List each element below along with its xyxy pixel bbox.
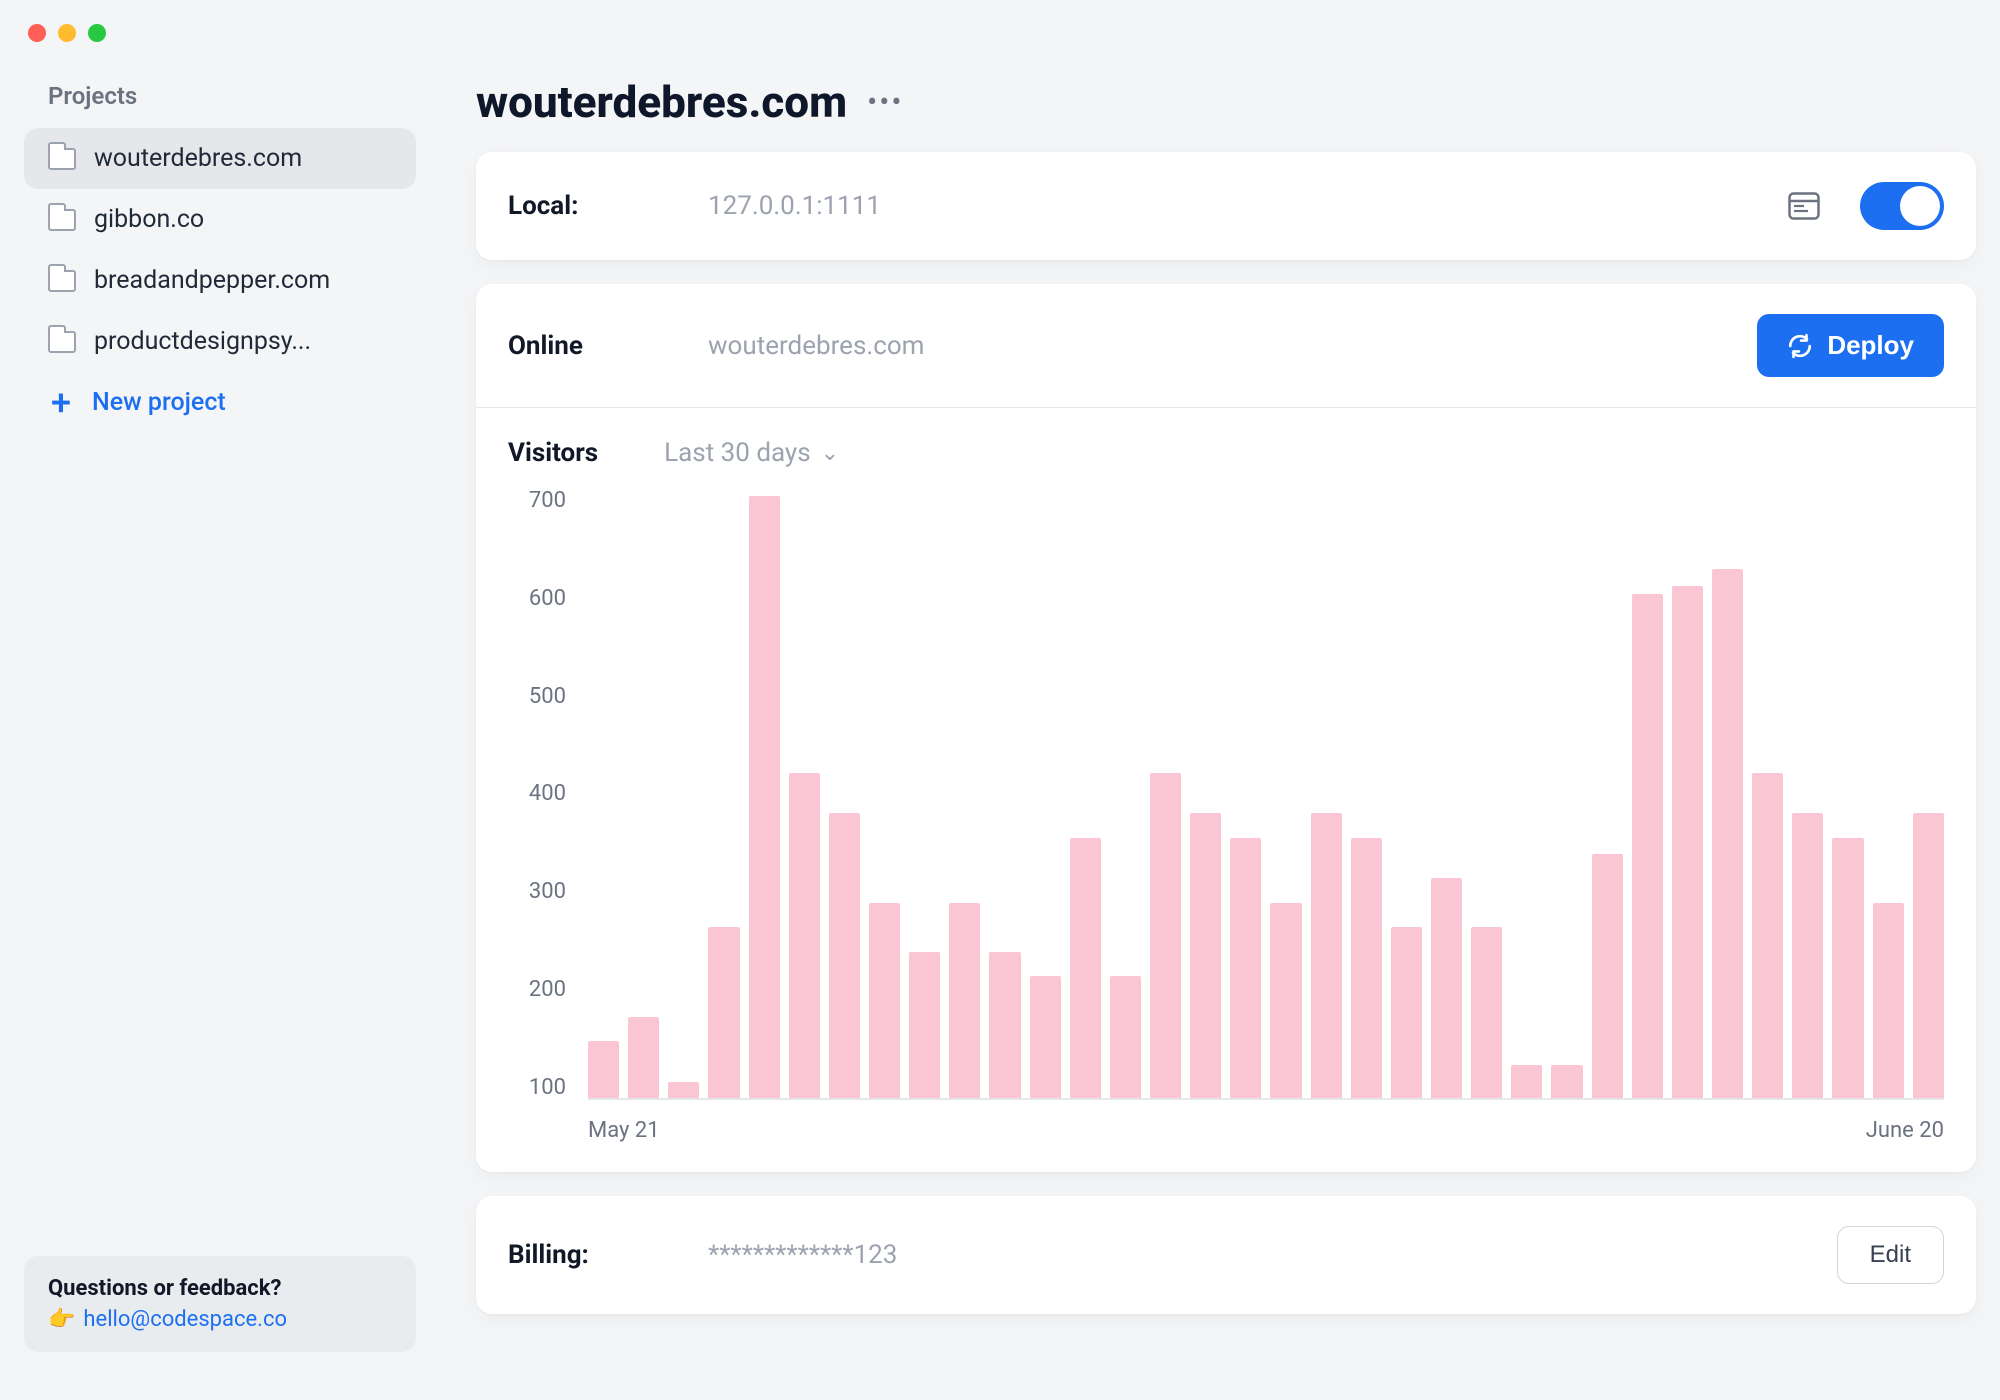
chart-bar bbox=[1632, 594, 1663, 1098]
chart-bar bbox=[1351, 838, 1382, 1098]
chart-bar bbox=[1431, 878, 1462, 1098]
chart-bar bbox=[588, 1041, 619, 1098]
billing-label: Billing: bbox=[508, 1240, 668, 1270]
y-axis-tick: 300 bbox=[508, 879, 566, 904]
billing-edit-button[interactable]: Edit bbox=[1837, 1226, 1944, 1284]
y-axis-tick: 700 bbox=[508, 488, 566, 513]
x-axis-start-label: May 21 bbox=[588, 1118, 660, 1148]
visitors-range-dropdown[interactable]: Last 30 days ⌄ bbox=[664, 438, 839, 468]
folder-icon bbox=[48, 148, 76, 170]
chart-bar bbox=[1230, 838, 1261, 1098]
page-title: wouterdebres.com bbox=[476, 76, 847, 128]
y-axis-tick: 600 bbox=[508, 586, 566, 611]
chart-bar bbox=[628, 1017, 659, 1098]
chart-bar bbox=[1511, 1065, 1542, 1098]
chart-bar bbox=[869, 903, 900, 1098]
chart-bar bbox=[1150, 773, 1181, 1098]
sidebar-item-project[interactable]: gibbon.co bbox=[24, 189, 416, 250]
feedback-title: Questions or feedback? bbox=[48, 1276, 392, 1301]
folder-icon bbox=[48, 270, 76, 292]
sidebar-item-label: productdesignpsy... bbox=[94, 327, 311, 356]
chart-bar bbox=[1471, 927, 1502, 1098]
sidebar-item-project[interactable]: productdesignpsy... bbox=[24, 311, 416, 372]
online-domain: wouterdebres.com bbox=[708, 331, 1717, 361]
pointing-hand-icon: 👉 bbox=[48, 1307, 75, 1332]
y-axis-tick: 100 bbox=[508, 1075, 566, 1100]
local-card: Local: 127.0.0.1:1111 bbox=[476, 152, 1976, 260]
billing-card: Billing: *************123 Edit bbox=[476, 1196, 1976, 1314]
more-actions-button[interactable]: ••• bbox=[867, 85, 903, 120]
y-axis-tick: 400 bbox=[508, 781, 566, 806]
feedback-box: Questions or feedback? 👉 hello@codespace… bbox=[24, 1256, 416, 1352]
chevron-down-icon: ⌄ bbox=[821, 441, 839, 466]
chart-bar bbox=[1110, 976, 1141, 1098]
chart-bar bbox=[989, 952, 1020, 1098]
deploy-button[interactable]: Deploy bbox=[1757, 314, 1944, 377]
chart-bar bbox=[1792, 813, 1823, 1098]
y-axis-tick: 500 bbox=[508, 684, 566, 709]
chart-bar bbox=[1592, 854, 1623, 1098]
sidebar: Projects wouterdebres.com gibbon.co breada… bbox=[0, 52, 440, 1376]
chart-bar bbox=[1190, 813, 1221, 1098]
feedback-email-text: hello@codespace.co bbox=[83, 1307, 287, 1332]
plus-icon: + bbox=[48, 390, 74, 416]
chart-bar bbox=[1311, 813, 1342, 1098]
chart-bar bbox=[668, 1082, 699, 1098]
terminal-icon[interactable] bbox=[1788, 192, 1820, 220]
feedback-email-link[interactable]: 👉 hello@codespace.co bbox=[48, 1307, 392, 1332]
chart-bar bbox=[1913, 813, 1944, 1098]
online-label: Online bbox=[508, 331, 668, 361]
chart-bar bbox=[708, 927, 739, 1098]
folder-icon bbox=[48, 209, 76, 231]
chart-bar bbox=[1752, 773, 1783, 1098]
local-toggle[interactable] bbox=[1860, 182, 1944, 230]
chart-bar bbox=[749, 496, 780, 1098]
new-project-label: New project bbox=[92, 388, 226, 417]
chart-bar bbox=[1030, 976, 1061, 1098]
chart-bar bbox=[1551, 1065, 1582, 1098]
chart-bar bbox=[1270, 903, 1301, 1098]
chart-bar bbox=[1873, 903, 1904, 1098]
window-titlebar bbox=[0, 0, 2000, 52]
sidebar-item-project[interactable]: breadandpepper.com bbox=[24, 250, 416, 311]
maximize-window-button[interactable] bbox=[88, 24, 106, 42]
close-window-button[interactable] bbox=[28, 24, 46, 42]
minimize-window-button[interactable] bbox=[58, 24, 76, 42]
chart-bar bbox=[1391, 927, 1422, 1098]
sidebar-item-label: wouterdebres.com bbox=[94, 144, 302, 173]
sidebar-heading: Projects bbox=[24, 82, 416, 128]
folder-icon bbox=[48, 331, 76, 353]
new-project-button[interactable]: + New project bbox=[24, 372, 416, 433]
main-card: Online wouterdebres.com Deploy Visitors bbox=[476, 284, 1976, 1172]
chart-bar bbox=[1832, 838, 1863, 1098]
chart-bar bbox=[829, 813, 860, 1098]
chart-bar bbox=[909, 952, 940, 1098]
main-content: wouterdebres.com ••• Local: 127.0.0.1:11… bbox=[440, 52, 2000, 1376]
y-axis-tick: 200 bbox=[508, 977, 566, 1002]
sync-icon bbox=[1787, 333, 1813, 359]
visitors-chart: 700 600 500 400 300 200 100 May 21 June 20 bbox=[508, 488, 1944, 1148]
sidebar-item-label: breadandpepper.com bbox=[94, 266, 330, 295]
billing-value: *************123 bbox=[708, 1240, 1797, 1270]
chart-bar bbox=[1672, 586, 1703, 1098]
chart-bar bbox=[949, 903, 980, 1098]
x-axis-end-label: June 20 bbox=[1866, 1118, 1944, 1148]
visitors-range-label: Last 30 days bbox=[664, 438, 811, 468]
chart-bar bbox=[1070, 838, 1101, 1098]
local-label: Local: bbox=[508, 191, 668, 221]
deploy-label: Deploy bbox=[1827, 330, 1914, 361]
sidebar-item-label: gibbon.co bbox=[94, 205, 204, 234]
chart-bar bbox=[789, 773, 820, 1098]
visitors-label: Visitors bbox=[508, 438, 598, 468]
sidebar-item-project[interactable]: wouterdebres.com bbox=[24, 128, 416, 189]
chart-bar bbox=[1712, 569, 1743, 1098]
local-address: 127.0.0.1:1111 bbox=[708, 191, 1748, 221]
